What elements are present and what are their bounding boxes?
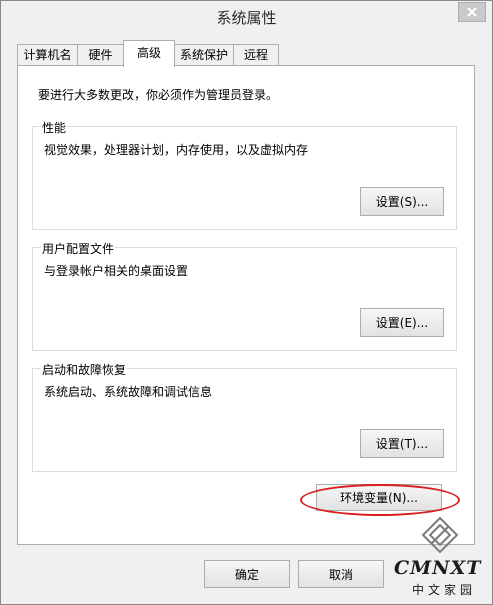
- ok-button[interactable]: 确定: [204, 560, 290, 588]
- performance-group-title: 性能: [41, 119, 68, 136]
- tab-advanced[interactable]: 高级: [123, 40, 175, 67]
- performance-settings-button[interactable]: 设置(S)...: [360, 187, 444, 216]
- advanced-tab-panel: 要进行大多数更改，你必须作为管理员登录。 性能 视觉效果，处理器计划，内存使用，…: [17, 65, 475, 545]
- cmnxt-watermark: CMNXT 中文家园: [394, 513, 490, 601]
- user-profiles-description: 与登录帐户相关的桌面设置: [44, 264, 189, 278]
- watermark-text: CMNXT: [394, 557, 482, 579]
- performance-group: 性能 视觉效果，处理器计划，内存使用，以及虚拟内存 设置(S)...: [32, 119, 457, 230]
- watermark-logo-icon: [421, 516, 459, 554]
- startup-recovery-description: 系统启动、系统故障和调试信息: [44, 385, 213, 399]
- cancel-button[interactable]: 取消: [298, 560, 384, 588]
- close-icon: [467, 7, 477, 17]
- admin-notice: 要进行大多数更改，你必须作为管理员登录。: [38, 88, 279, 102]
- close-button[interactable]: [458, 2, 486, 22]
- user-profiles-settings-button[interactable]: 设置(E)...: [360, 308, 444, 337]
- tab-computer-name[interactable]: 计算机名: [17, 44, 78, 65]
- tab-system-protection[interactable]: 系统保护: [174, 44, 234, 65]
- watermark-subtext: 中文家园: [412, 583, 477, 597]
- system-properties-window: 系统属性 计算机名 硬件 高级 系统保护 远程 要进行大多数更改，你必须作为管理…: [0, 0, 493, 605]
- user-profiles-group: 用户配置文件 与登录帐户相关的桌面设置 设置(E)...: [32, 240, 457, 351]
- startup-recovery-group: 启动和故障恢复 系统启动、系统故障和调试信息 设置(T)...: [32, 361, 457, 472]
- title-bar: 系统属性: [1, 1, 492, 33]
- performance-description: 视觉效果，处理器计划，内存使用，以及虚拟内存: [44, 143, 309, 157]
- user-profiles-group-title: 用户配置文件: [41, 240, 116, 257]
- environment-variables-button[interactable]: 环境变量(N)...: [316, 484, 442, 511]
- startup-recovery-group-title: 启动和故障恢复: [41, 361, 128, 378]
- tab-hardware[interactable]: 硬件: [77, 44, 124, 65]
- tab-remote[interactable]: 远程: [233, 44, 279, 65]
- window-title: 系统属性: [216, 9, 277, 27]
- startup-recovery-settings-button[interactable]: 设置(T)...: [360, 429, 444, 458]
